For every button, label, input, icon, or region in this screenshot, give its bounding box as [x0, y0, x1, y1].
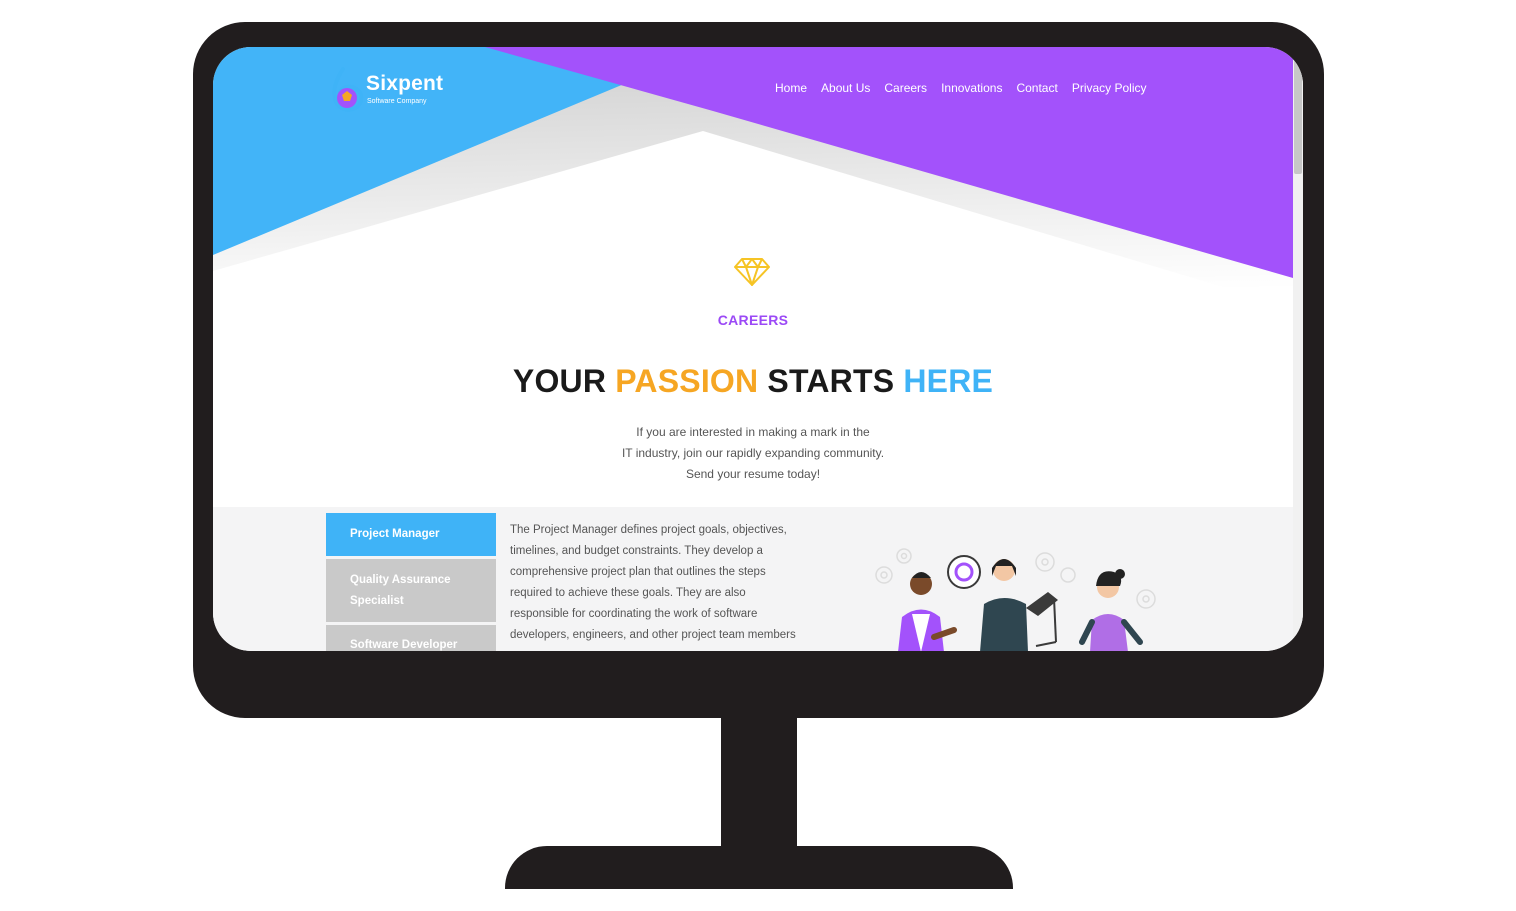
main-nav: Home About Us Careers Innovations Contac… [775, 81, 1147, 95]
headline-part-your: YOUR [512, 363, 616, 399]
scrollbar-thumb[interactable] [1294, 59, 1302, 174]
section-label: CAREERS [717, 312, 789, 328]
page-headline: YOUR PASSION STARTS HERE [213, 363, 1293, 400]
job-description-line: comprehensive project plan that outlines… [510, 566, 766, 578]
tab-software-developer[interactable]: Software Developer [326, 625, 496, 651]
job-description: The Project Manager defines project goal… [510, 520, 850, 646]
intro-line: If you are interested in making a mark i… [636, 425, 870, 439]
tab-project-manager[interactable]: Project Manager [326, 513, 496, 556]
team-illustration [875, 548, 1156, 651]
job-description-line: responsible for coordinating the work of… [510, 608, 758, 620]
monitor-neck [721, 716, 797, 848]
nav-privacy-policy[interactable]: Privacy Policy [1072, 81, 1147, 95]
logo-mark-icon [332, 67, 364, 112]
job-description-line: developers, engineers, and other project… [510, 629, 796, 641]
job-description-line: timelines, and budget constraints. They … [510, 545, 763, 557]
nav-home[interactable]: Home [775, 81, 807, 95]
headline-part-starts: STARTS [758, 363, 904, 399]
job-description-line: required to achieve these goals. They ar… [510, 587, 746, 599]
brand-name: Sixpent [366, 72, 444, 95]
brand-logo[interactable]: Sixpent Software Company [331, 67, 461, 115]
person-right [1079, 569, 1143, 651]
job-description-line: The Project Manager defines project goal… [510, 524, 787, 536]
nav-innovations[interactable]: Innovations [941, 81, 1002, 95]
intro-text: If you are interested in making a mark i… [213, 422, 1293, 485]
nav-about-us[interactable]: About Us [821, 81, 870, 95]
diamond-icon [734, 258, 770, 286]
intro-line: Send your resume today! [685, 467, 821, 481]
person-left [898, 572, 957, 651]
intro-line: IT industry, join our rapidly expanding … [621, 446, 885, 460]
scrollbar[interactable] [1293, 47, 1303, 651]
monitor-base [505, 846, 1013, 889]
nav-careers[interactable]: Careers [884, 81, 927, 95]
nav-contact[interactable]: Contact [1016, 81, 1057, 95]
brand-tagline: Software Company [367, 98, 427, 105]
tab-quality-assurance-specialist[interactable]: Quality Assurance Specialist [326, 559, 496, 622]
headline-part-passion: PASSION [615, 363, 759, 399]
headline-part-here: HERE [903, 363, 994, 399]
website-screen: Sixpent Software Company Home About Us C… [213, 47, 1303, 651]
